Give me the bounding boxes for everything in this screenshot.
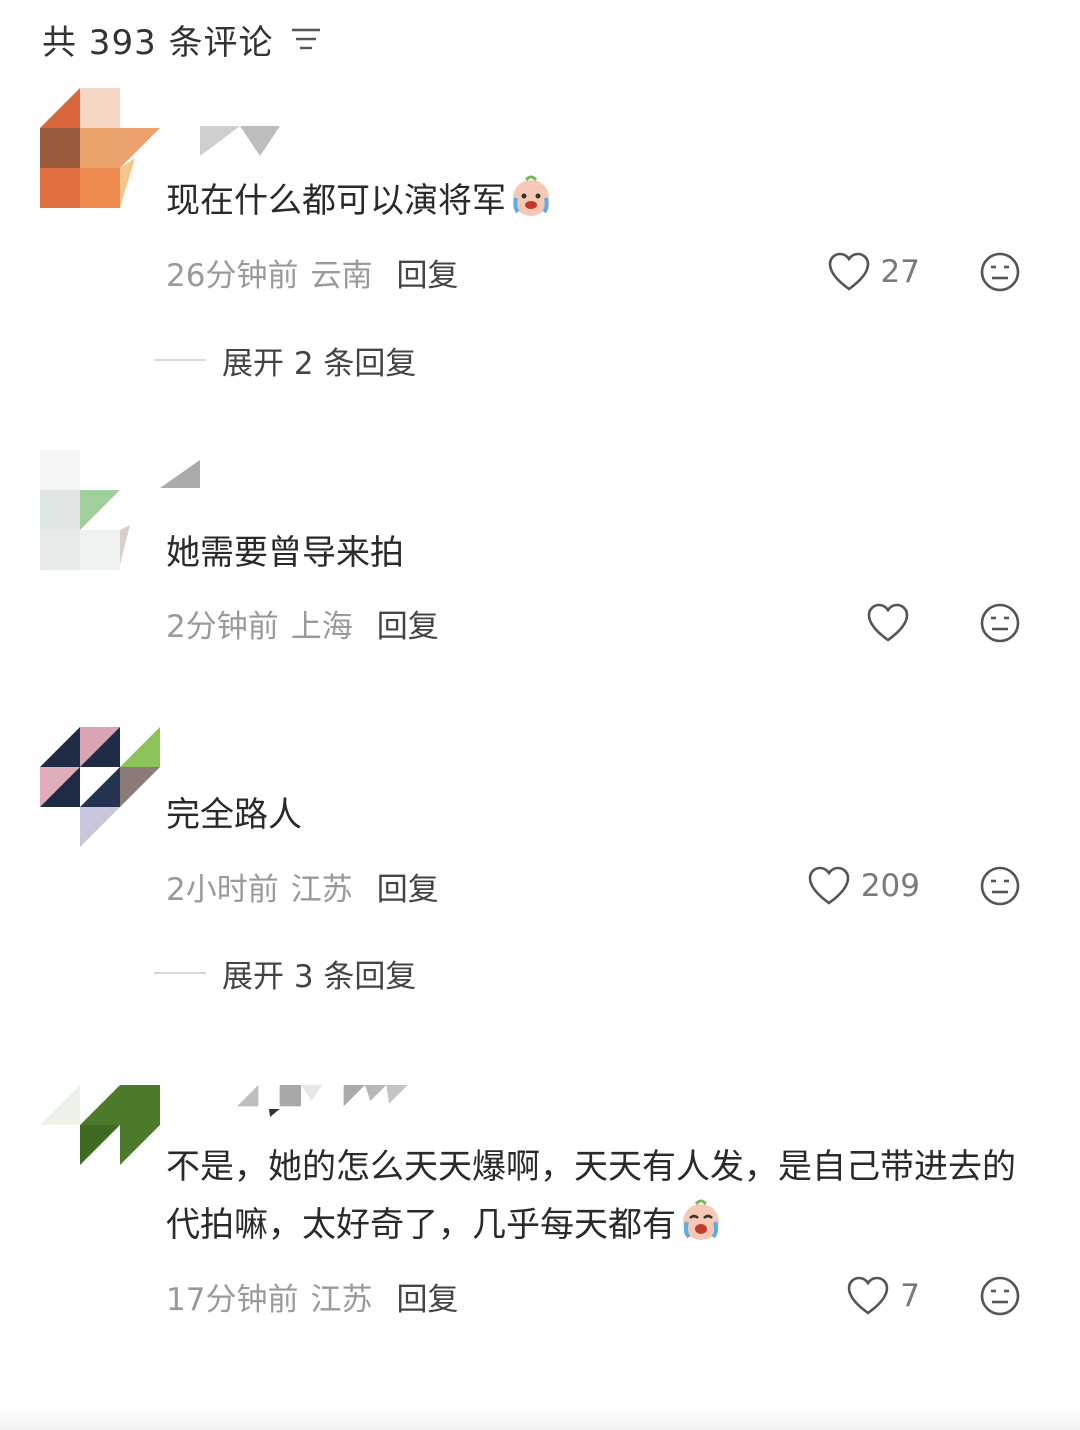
like-button[interactable] [866, 601, 920, 645]
comment-text: 不是，她的怎么天天爆啊，天天有人发，是自己带进去的代拍嘛，太好奇了，几乎每天都有 [166, 1138, 1046, 1254]
user-avatar[interactable] [40, 1085, 160, 1205]
expand-divider [154, 972, 206, 974]
comment-location: 上海 [290, 608, 353, 645]
user-avatar[interactable] [40, 88, 160, 208]
comment-meta: 2小时前 江苏 回复 [166, 864, 439, 909]
comment-time: 26分钟前 [166, 257, 299, 294]
comment-time: 17分钟前 [166, 1281, 299, 1318]
comment-text-content: 她需要曾导来拍 [166, 533, 404, 573]
comment-text-content: 完全路人 [166, 795, 302, 835]
neutral-face-icon[interactable] [979, 1275, 1021, 1317]
comment-location: 江苏 [290, 871, 353, 908]
comment-text-content: 现在什么都可以演将军 [166, 181, 506, 221]
user-avatar[interactable] [40, 727, 160, 847]
comments-header: 共 393 条评论 [42, 14, 322, 64]
expand-replies-button[interactable]: 展开 3 条回复 [154, 953, 417, 995]
like-button[interactable]: 209 [807, 864, 920, 908]
bottom-fade [0, 1405, 1080, 1430]
reply-button[interactable]: 回复 [396, 1274, 458, 1319]
comment-location: 江苏 [310, 1281, 373, 1318]
comment-meta: 26分钟前 云南 回复 [166, 250, 458, 295]
reply-button[interactable]: 回复 [377, 601, 439, 646]
crying-face-emoji-icon [683, 1199, 719, 1240]
like-button[interactable]: 27 [827, 250, 920, 294]
like-count: 209 [860, 868, 920, 904]
like-count: 7 [900, 1278, 920, 1314]
heart-outline-icon [808, 866, 850, 905]
heart-outline-icon [828, 252, 869, 291]
neutral-face-icon[interactable] [979, 251, 1021, 293]
expand-divider [154, 359, 206, 361]
comment-time: 2小时前 [166, 871, 279, 908]
neutral-face-icon[interactable] [979, 602, 1021, 644]
heart-outline-icon [867, 603, 909, 642]
username-masked[interactable] [160, 460, 220, 492]
comment-count-title: 共 393 条评论 [42, 22, 274, 63]
reply-button[interactable]: 回复 [377, 864, 439, 909]
expand-replies-label: 展开 3 条回复 [222, 958, 417, 995]
comment-text: 她需要曾导来拍 [166, 524, 1046, 582]
comment-text: 现在什么都可以演将军 [166, 172, 1046, 230]
comment-meta: 2分钟前 上海 回复 [166, 601, 439, 646]
expand-replies-button[interactable]: 展开 2 条回复 [154, 340, 417, 382]
user-avatar[interactable] [40, 450, 160, 570]
comment-text: 完全路人 [166, 786, 1046, 844]
crying-face-emoji-icon [513, 175, 549, 216]
comment-time: 2分钟前 [166, 608, 279, 645]
neutral-face-icon[interactable] [979, 865, 1021, 907]
expand-replies-label: 展开 2 条回复 [222, 345, 417, 382]
comment-meta: 17分钟前 江苏 回复 [166, 1274, 458, 1319]
filter-icon[interactable] [290, 26, 322, 52]
username-masked[interactable] [160, 1085, 490, 1117]
comment-location: 云南 [310, 257, 373, 294]
like-count: 27 [880, 254, 920, 290]
username-masked[interactable] [160, 126, 280, 158]
heart-outline-icon [847, 1276, 889, 1315]
reply-button[interactable]: 回复 [396, 250, 458, 295]
comment-text-content: 不是，她的怎么天天爆啊，天天有人发，是自己带进去的代拍嘛，太好奇了，几乎每天都有 [166, 1147, 1016, 1245]
like-button[interactable]: 7 [846, 1274, 920, 1318]
